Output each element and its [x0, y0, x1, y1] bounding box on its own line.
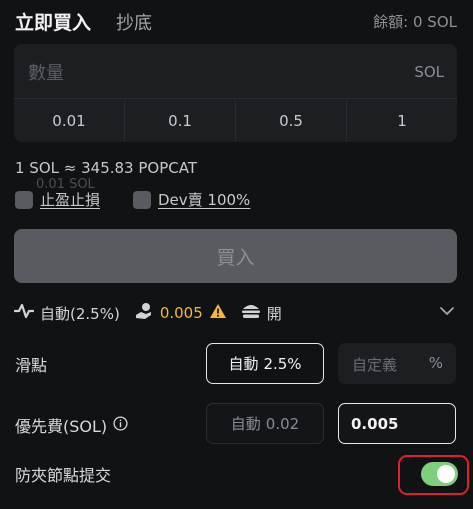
take-profit-option[interactable]: 止盈止損	[15, 189, 100, 210]
priority-fee-input[interactable]: 0.005	[338, 403, 456, 444]
anti-mev-toggle[interactable]	[421, 462, 458, 486]
slippage-mode: 自動(2.5%)	[40, 304, 120, 323]
exchange-rate: 1 SOL ≈ 345.83 POPCAT	[15, 159, 197, 177]
auto-fee-label: 自動	[230, 415, 261, 433]
anti-mev-label: 防夾節點提交	[15, 466, 112, 485]
info-icon[interactable]	[113, 415, 128, 435]
mev-status: 開	[266, 304, 282, 323]
priority-fee-value: 0.005	[159, 304, 203, 322]
preset-button[interactable]: 0.1	[125, 100, 236, 142]
priority-fee-label-group: 優先費(SOL)	[15, 413, 128, 437]
trade-settings-summary[interactable]: 自動(2.5%) 0.005 開	[13, 300, 457, 326]
auto-slippage-button[interactable]: 自動 2.5%	[206, 343, 324, 384]
auto-slippage-label: 自動	[228, 355, 259, 373]
chevron-down-icon[interactable]	[439, 303, 455, 323]
custom-slippage-input[interactable]: 自定義 %	[338, 343, 456, 384]
balance-text: 餘額: 0 SOL	[373, 13, 457, 31]
amount-panel: 數量 SOL 0.01 0.1 0.5 1	[14, 44, 457, 142]
custom-slippage-placeholder: 自定義	[352, 356, 398, 374]
warning-icon	[209, 303, 227, 323]
hand-coin-icon	[134, 301, 154, 325]
toggle-knob	[437, 465, 455, 483]
auto-fee-button[interactable]: 自動 0.02	[206, 403, 324, 444]
auto-fee-value: 0.02	[265, 414, 300, 433]
amount-presets: 0.01 0.1 0.5 1	[14, 100, 457, 142]
amount-unit: SOL	[414, 63, 444, 81]
dev-sell-option[interactable]: Dev賣 100%	[133, 189, 250, 210]
dev-sell-checkbox[interactable]	[133, 190, 151, 209]
activity-icon	[13, 301, 35, 325]
burger-icon	[241, 302, 261, 324]
preset-button[interactable]: 0.5	[236, 100, 347, 142]
priority-fee-label: 優先費(SOL)	[15, 417, 108, 436]
tab-buy-dip[interactable]: 抄底	[116, 9, 152, 35]
auto-slippage-value: 2.5%	[263, 354, 302, 373]
slippage-label: 滑點	[15, 356, 48, 375]
buy-button[interactable]: 買入	[14, 229, 457, 283]
amount-input[interactable]: 數量 SOL	[14, 44, 457, 99]
dev-sell-label[interactable]: Dev賣 100%	[158, 189, 250, 210]
percent-unit: %	[428, 354, 443, 372]
take-profit-label[interactable]: 止盈止損	[40, 189, 100, 210]
take-profit-checkbox[interactable]	[15, 190, 33, 209]
preset-button[interactable]: 0.01	[14, 100, 125, 142]
amount-placeholder: 數量	[28, 63, 64, 84]
preset-button[interactable]: 1	[347, 100, 457, 142]
tab-buy-now[interactable]: 立即買入	[15, 8, 91, 35]
